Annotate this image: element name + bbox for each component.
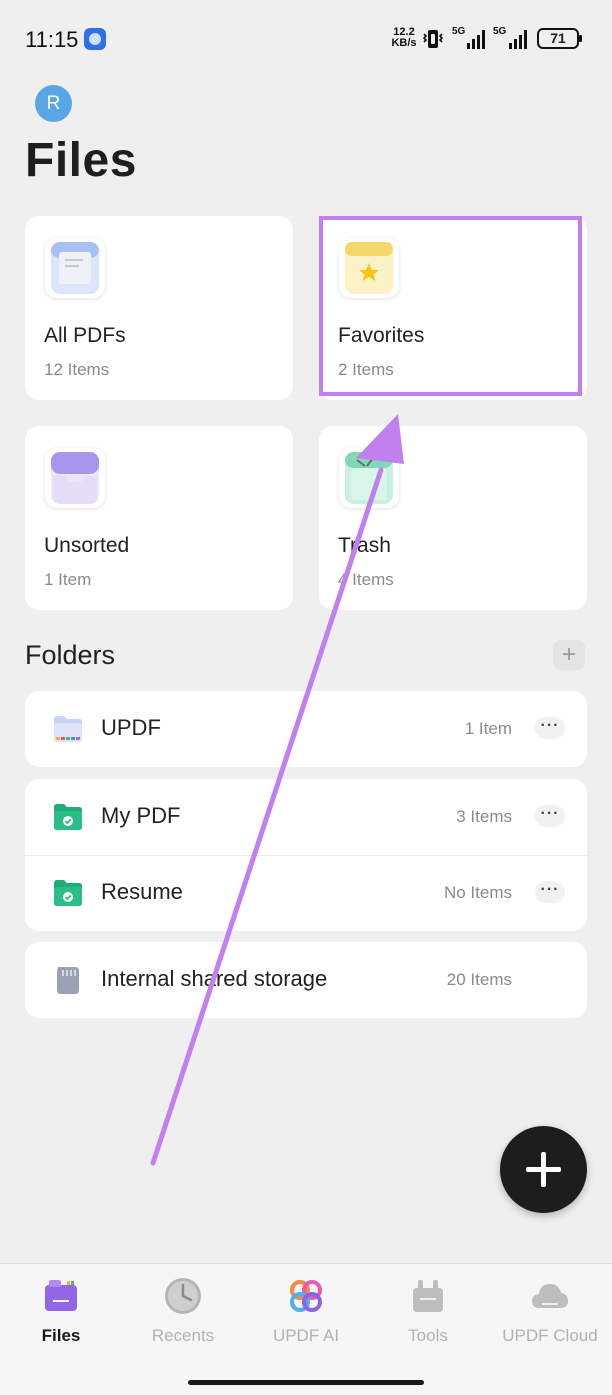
home-indicator [188,1380,424,1385]
folder-count: 3 Items [456,807,512,826]
avatar[interactable]: R [35,85,72,122]
signal-sim1-label: 5G [452,26,466,37]
more-options-button[interactable]: ··· [535,805,565,827]
nav-recents[interactable]: Recents [123,1276,243,1346]
network-speed: 12.2 KB/s [390,27,418,49]
folders-title: Folders [25,640,116,670]
folder-card-group: My PDF 3 Items ··· Resume No Items ··· [25,779,587,931]
status-time: 11:15 [25,27,79,52]
app-notification-icon [84,28,106,50]
more-options-button[interactable]: ··· [535,717,565,739]
card-unsorted[interactable]: Unsorted 1 Item [25,426,293,610]
bottom-nav: Files Recents UPDF AI Tools UPDF Cloud [0,1263,612,1395]
nav-label: UPDF AI [272,1326,340,1345]
folder-icon [54,716,82,742]
folder-name: UPDF [101,715,161,740]
nav-tools[interactable]: Tools [368,1276,488,1346]
folder-count: 1 Item [464,719,512,738]
synced-folder-icon [54,880,82,906]
card-trash[interactable]: Trash 4 Items [319,426,587,610]
ai-flower-icon [286,1276,326,1316]
sd-card-icon [57,967,79,994]
card-count: 1 Item [44,570,92,589]
trash-bin-icon [339,448,399,508]
card-count: 12 Items [44,360,110,379]
storage-count: 20 Items [446,970,512,989]
page-title: Files [25,134,137,187]
nav-updf-ai[interactable]: UPDF AI [246,1276,366,1346]
vibrate-icon [423,30,443,48]
synced-folder-icon [54,804,82,830]
clock-icon [163,1276,203,1316]
add-fab-button[interactable] [500,1126,587,1213]
signal-sim1: 5G [452,26,465,37]
signal-bars-2-icon [509,28,527,49]
cloud-icon [530,1276,570,1316]
signal-bars-1-icon [467,28,485,49]
card-title: All PDFs [44,324,126,347]
nav-label: Files [41,1326,81,1345]
folder-name: Resume [101,879,183,904]
folder-row-resume[interactable]: Resume No Items ··· [25,855,587,931]
folder-name: My PDF [101,803,181,828]
storage-row-internal[interactable]: Internal shared storage 20 Items [25,942,587,1018]
nav-label: UPDF Cloud [502,1326,598,1345]
signal-sim2-label: 5G [493,26,507,37]
add-folder-button[interactable]: + [553,640,585,670]
battery-indicator: 71 [537,28,582,49]
card-title: Unsorted [44,534,130,557]
signal-sim2: 5G [493,26,506,37]
nav-updf-cloud[interactable]: UPDF Cloud [490,1276,610,1346]
folder-count: No Items [443,883,512,902]
annotation-highlight-box [319,216,582,396]
storage-card: Internal shared storage 20 Items [25,942,587,1018]
storage-name: Internal shared storage [101,966,328,991]
nav-files[interactable]: Files [1,1276,121,1346]
card-count: 4 Items [338,570,394,589]
more-options-button[interactable]: ··· [535,881,565,903]
documents-icon [45,238,105,298]
card-all-pdfs[interactable]: All PDFs 12 Items [25,216,293,400]
toolbox-icon [408,1276,448,1316]
network-speed-unit: KB/s [391,37,417,49]
folder-row-my-pdf[interactable]: My PDF 3 Items ··· [25,779,587,856]
nav-label: Tools [408,1326,448,1345]
inbox-tray-icon [45,448,105,508]
card-title: Trash [338,534,391,557]
folder-row-updf[interactable]: UPDF 1 Item ··· [25,691,587,767]
files-icon [41,1276,81,1316]
folder-card-updf: UPDF 1 Item ··· [25,691,587,767]
nav-label: Recents [151,1326,215,1345]
